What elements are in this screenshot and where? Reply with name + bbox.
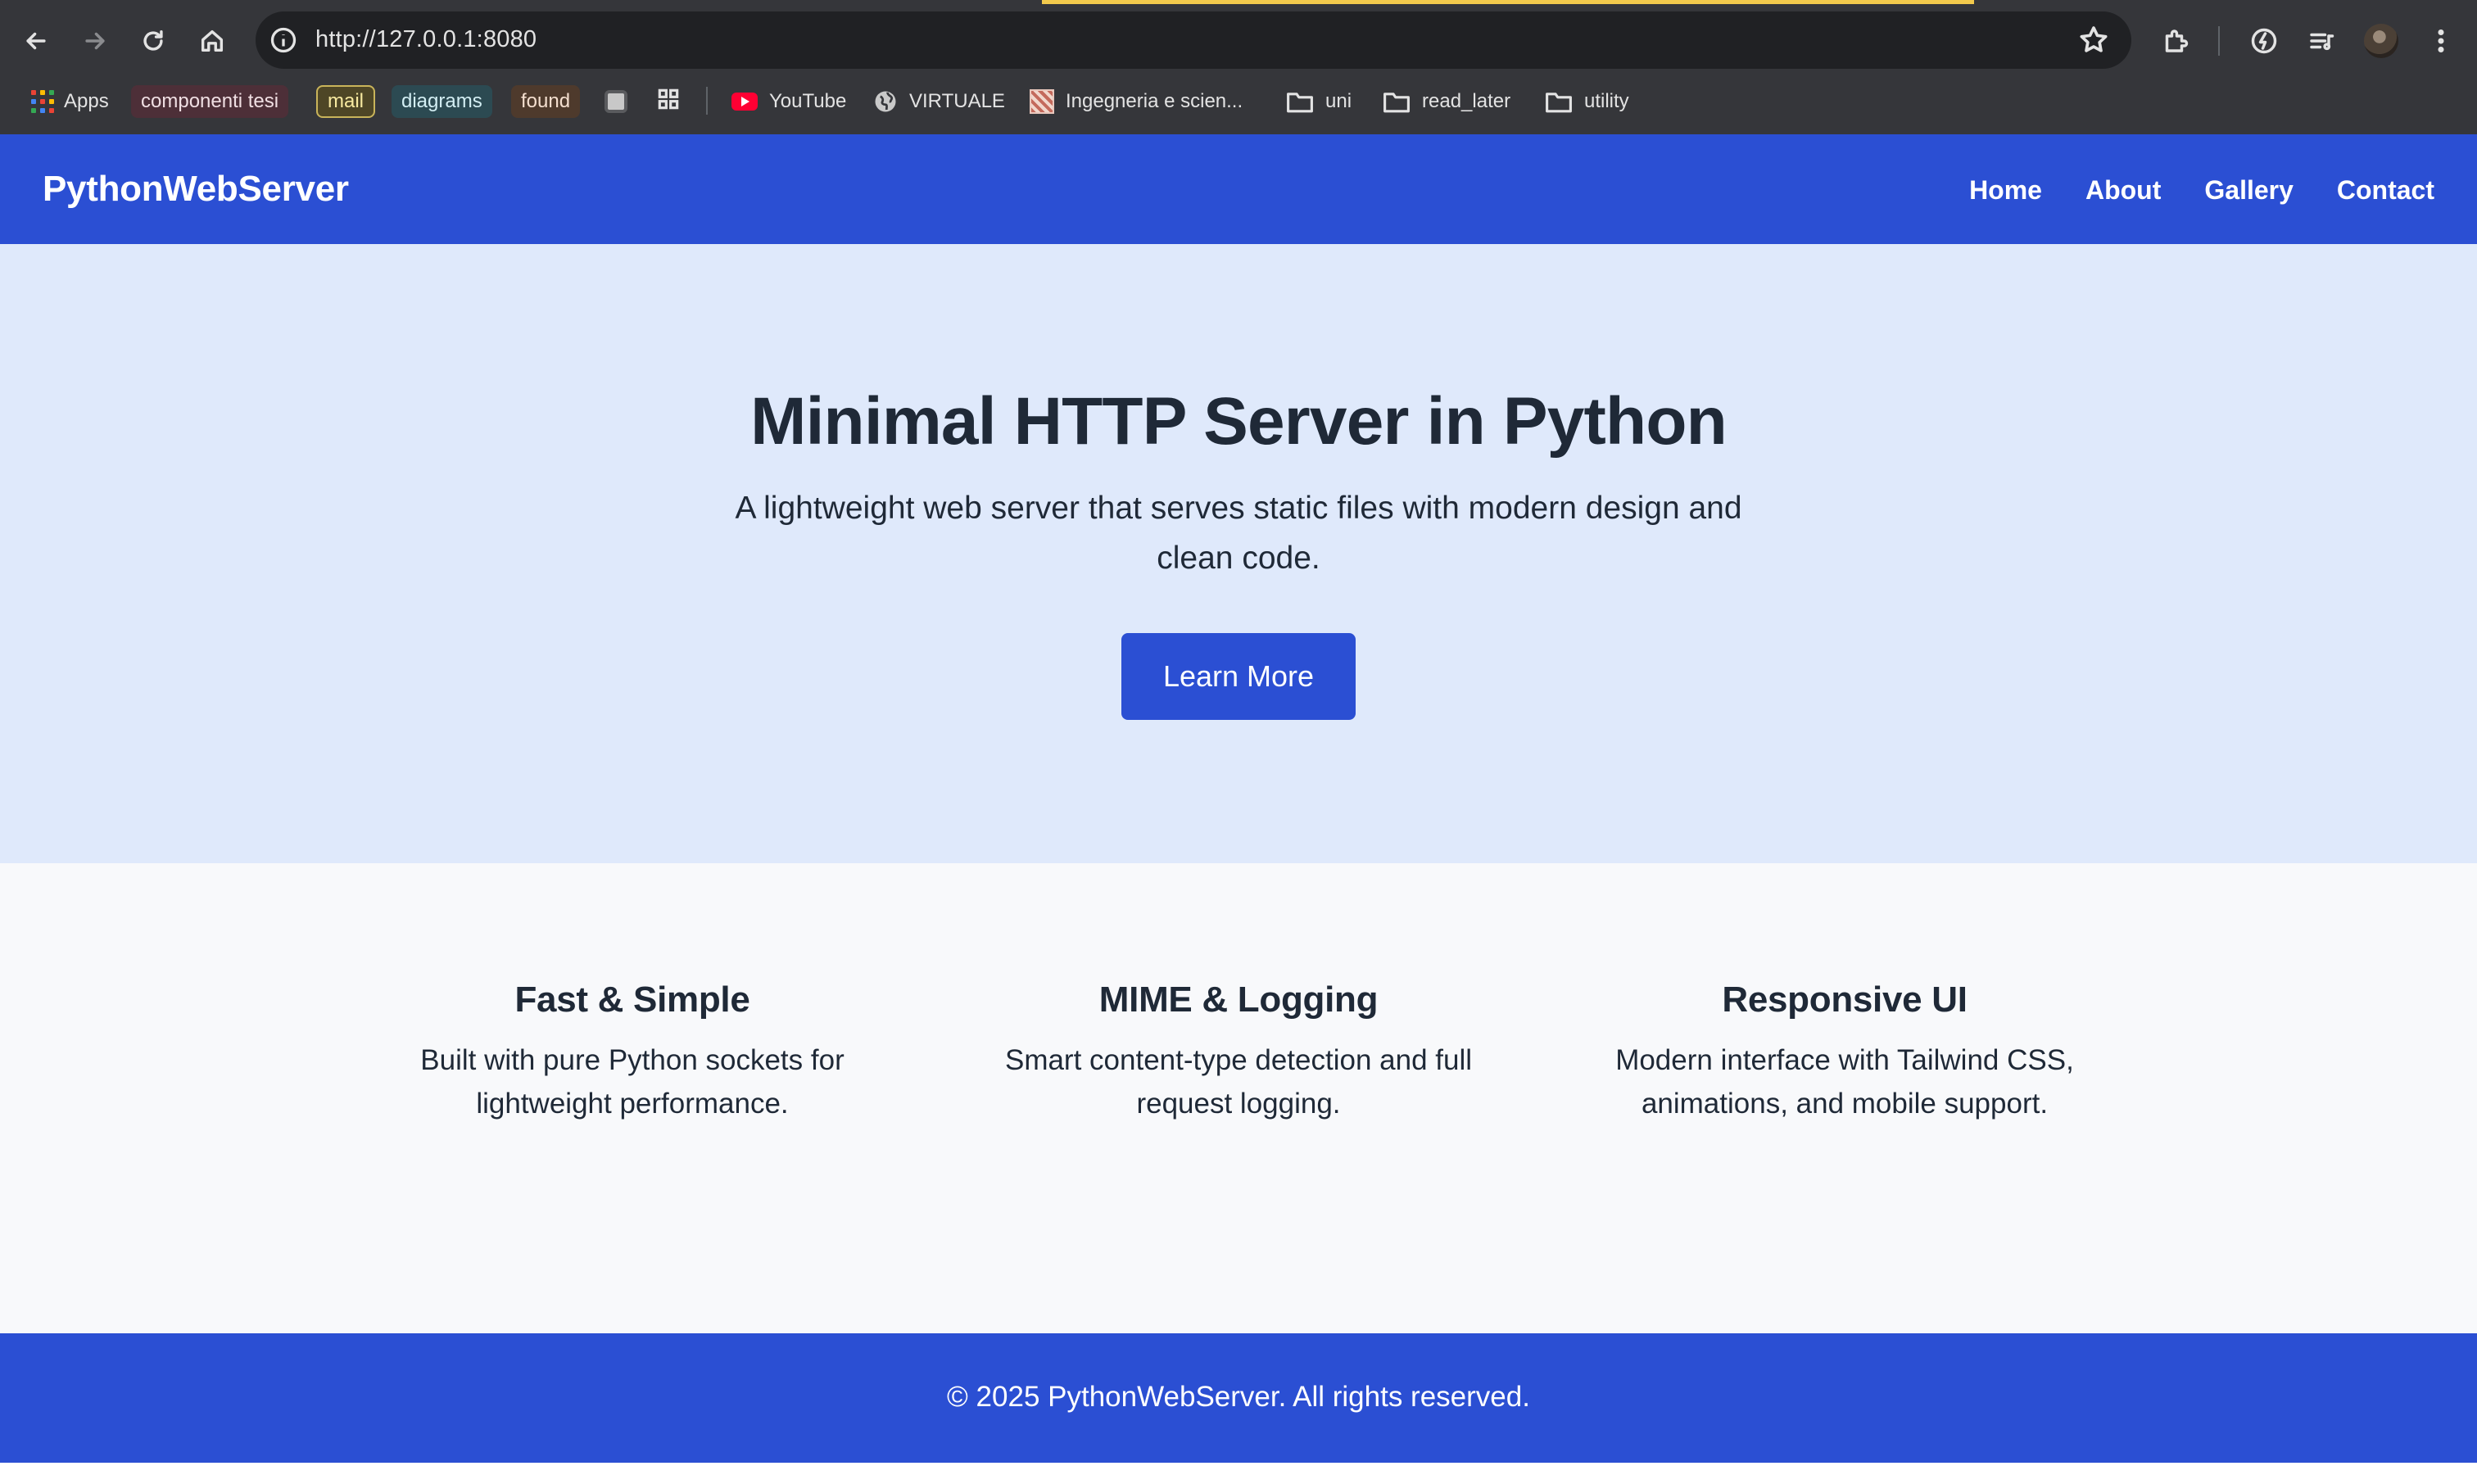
bookmark-square[interactable] xyxy=(605,85,627,118)
globe-icon xyxy=(873,89,898,114)
bookmark-apps[interactable]: Apps xyxy=(31,85,109,118)
feature-text: Modern interface with Tailwind CSS, anim… xyxy=(1615,1044,2074,1120)
web-page: PythonWebServer Home About Gallery Conta… xyxy=(0,134,2477,1484)
site-info-icon[interactable] xyxy=(269,25,298,55)
tab-grid-icon xyxy=(655,86,682,118)
feature-title: Fast & Simple xyxy=(514,980,750,1020)
bookmark-label: VIRTUALE xyxy=(909,90,1005,112)
nav-link-about[interactable]: About xyxy=(2085,175,2161,206)
forward-button[interactable] xyxy=(74,20,116,62)
bookmark-separator xyxy=(706,87,708,115)
feature-title: MIME & Logging xyxy=(1098,980,1379,1020)
bookmark-folder-uni[interactable]: uni xyxy=(1286,85,1352,118)
bookmark-star-icon[interactable] xyxy=(2077,24,2110,57)
nav-link-home[interactable]: Home xyxy=(1969,175,2042,206)
hero-title: Minimal HTTP Server in Python xyxy=(750,384,1728,459)
bookmark-group-mail[interactable]: mail xyxy=(316,85,376,118)
bookmark-group-diagrams[interactable]: diagrams xyxy=(392,85,492,118)
bookmark-ingegneria[interactable]: Ingegneria e scien... xyxy=(1030,85,1243,118)
url-text[interactable]: http://127.0.0.1:8080 xyxy=(315,26,537,53)
bookmark-group-label: diagrams xyxy=(392,85,492,118)
feature-card-mime-logging: MIME & Logging Smart content-type detect… xyxy=(960,980,1517,1125)
site-header: PythonWebServer Home About Gallery Conta… xyxy=(0,134,2477,244)
address-bar[interactable]: http://127.0.0.1:8080 xyxy=(256,11,2131,69)
feature-card-responsive-ui: Responsive UI Modern interface with Tail… xyxy=(1566,980,2123,1125)
site-brand[interactable]: PythonWebServer xyxy=(43,169,349,210)
feature-card-fast-simple: Fast & Simple Built with pure Python soc… xyxy=(354,980,911,1125)
bookmark-folder-read-later[interactable]: read_later xyxy=(1383,85,1510,118)
bookmark-virtuale[interactable]: VIRTUALE xyxy=(873,85,1005,118)
page-bottom-area xyxy=(0,1463,2477,1484)
hero-section: Minimal HTTP Server in Python A lightwei… xyxy=(0,244,2477,863)
home-button[interactable] xyxy=(191,20,233,62)
site-nav: Home About Gallery Contact xyxy=(1969,175,2434,206)
page-loading-bar xyxy=(1042,0,1974,4)
site-footer: © 2025 PythonWebServer. All rights reser… xyxy=(0,1333,2477,1463)
bookmark-label: read_later xyxy=(1422,90,1511,112)
nav-link-gallery[interactable]: Gallery xyxy=(2204,175,2294,206)
learn-more-button[interactable]: Learn More xyxy=(1121,633,1356,720)
bookmark-group-found[interactable]: found xyxy=(511,85,581,118)
more-menu-icon[interactable] xyxy=(2423,23,2459,59)
home-icon xyxy=(201,29,224,52)
bookmark-folder-utility[interactable]: utility xyxy=(1545,85,1629,118)
apps-grid-icon xyxy=(31,90,54,113)
square-bookmark-icon xyxy=(605,90,627,113)
bookmark-label: utility xyxy=(1584,90,1629,112)
reload-button[interactable] xyxy=(132,20,174,62)
bookmark-grid[interactable] xyxy=(655,85,682,118)
toolbar-divider xyxy=(2218,26,2220,56)
bookmark-youtube[interactable]: YouTube xyxy=(731,85,846,118)
folder-icon xyxy=(1383,89,1411,114)
bookmark-label: YouTube xyxy=(769,90,847,112)
feature-text: Built with pure Python sockets for light… xyxy=(420,1044,845,1120)
university-seal-icon xyxy=(1030,89,1054,114)
nav-link-contact[interactable]: Contact xyxy=(2337,175,2434,206)
folder-icon xyxy=(1286,89,1314,114)
performance-icon[interactable] xyxy=(2246,23,2282,59)
back-button[interactable] xyxy=(15,20,57,62)
browser-toolbar: http://127.0.0.1:8080 Apps componenti te… xyxy=(0,0,2477,134)
bookmark-group-label: mail xyxy=(316,85,376,118)
arrow-left-icon xyxy=(26,32,46,50)
extensions-icon[interactable] xyxy=(2158,23,2194,59)
arrow-right-icon xyxy=(85,32,105,50)
footer-copyright: © 2025 PythonWebServer. All rights reser… xyxy=(947,1381,1530,1413)
hero-subtitle: A lightweight web server that serves sta… xyxy=(735,491,1742,576)
bookmark-group-label: componenti tesi xyxy=(131,85,289,118)
profile-avatar[interactable] xyxy=(2364,24,2398,58)
bookmark-label: Ingegneria e scien... xyxy=(1066,90,1243,112)
features-section: Fast & Simple Built with pure Python soc… xyxy=(0,863,2477,1333)
feature-text: Smart content-type detection and full re… xyxy=(1004,1044,1473,1120)
youtube-icon xyxy=(731,93,758,111)
folder-icon xyxy=(1545,89,1573,114)
bookmark-group-componenti-tesi[interactable]: componenti tesi xyxy=(131,85,289,118)
bookmark-apps-label: Apps xyxy=(64,90,109,112)
reload-icon xyxy=(143,29,163,51)
bookmark-group-label: found xyxy=(511,85,581,118)
bookmark-label: uni xyxy=(1325,90,1352,112)
feature-title: Responsive UI xyxy=(1722,980,1968,1020)
media-queue-icon[interactable] xyxy=(2303,23,2339,59)
